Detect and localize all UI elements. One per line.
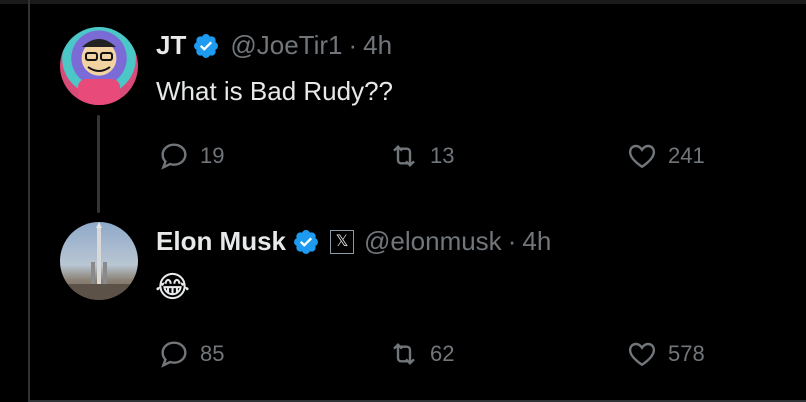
like-button[interactable]: 241 (626, 140, 705, 172)
tweet-header: JT @JoeTir1 · 4h (156, 30, 392, 61)
tweet-header: Elon Musk 𝕏 @elonmusk · 4h (156, 226, 551, 257)
timestamp[interactable]: 4h (363, 30, 392, 61)
user-handle[interactable]: @elonmusk (364, 226, 502, 257)
like-button[interactable]: 578 (626, 338, 705, 370)
display-name[interactable]: Elon Musk (156, 226, 286, 257)
avatar-jt[interactable] (60, 27, 138, 105)
display-name[interactable]: JT (156, 30, 186, 61)
avatar-elon[interactable] (60, 222, 138, 300)
retweet-button[interactable]: 13 (388, 140, 454, 172)
verified-badge-icon (192, 32, 220, 60)
separator-dot: · (507, 226, 517, 256)
retweet-icon (393, 144, 415, 168)
frame-left-border (28, 0, 30, 402)
retweet-count: 62 (430, 341, 455, 366)
x-affiliate-badge-icon[interactable]: 𝕏 (330, 229, 355, 254)
retweet-icon (393, 342, 415, 366)
tweet-text: What is Bad Rudy?? (156, 76, 394, 106)
reply-icon (161, 341, 187, 368)
heart-icon (628, 342, 656, 367)
reply-button[interactable]: 19 (158, 140, 224, 172)
heart-icon (628, 144, 656, 169)
retweet-count: 13 (430, 143, 455, 168)
reply-button[interactable]: 85 (158, 338, 224, 370)
separator-dot: · (348, 30, 358, 60)
verified-badge-icon (292, 228, 320, 256)
like-count: 241 (668, 143, 705, 168)
user-handle[interactable]: @JoeTir1 (230, 30, 342, 61)
reply-icon (161, 143, 187, 170)
thread-connector-line (97, 115, 100, 213)
timestamp[interactable]: 4h (522, 226, 551, 257)
reply-count: 85 (200, 341, 225, 366)
reply-count: 19 (200, 143, 225, 168)
retweet-button[interactable]: 62 (388, 338, 454, 370)
frame-top-border (0, 0, 806, 4)
tweet-emoji: 😂 (155, 271, 191, 304)
like-count: 578 (668, 341, 705, 366)
